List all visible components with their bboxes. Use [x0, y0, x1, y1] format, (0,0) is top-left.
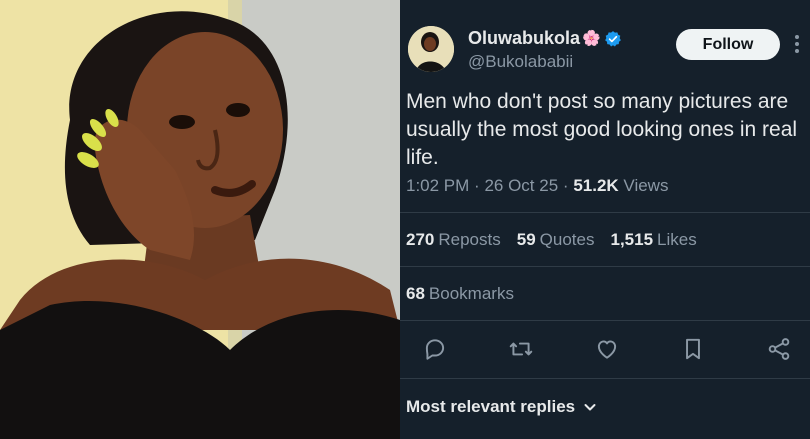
- replies-sort-label: Most relevant replies: [406, 397, 576, 416]
- like-button[interactable]: [594, 336, 620, 362]
- share-icon: [768, 338, 790, 360]
- meta-separator: ·: [474, 176, 480, 195]
- likes-label: Likes: [657, 230, 697, 249]
- repost-icon: [509, 342, 533, 356]
- reposts-stat[interactable]: 270 Reposts: [406, 230, 501, 250]
- portrait-image: [0, 0, 400, 439]
- divider: [400, 212, 810, 213]
- reply-button[interactable]: [422, 336, 448, 362]
- divider: [400, 378, 810, 379]
- share-button[interactable]: [766, 336, 792, 362]
- divider: [400, 266, 810, 267]
- bookmark-icon: [686, 338, 700, 360]
- like-icon: [597, 340, 617, 359]
- photo-panel: [0, 0, 400, 439]
- bookmarks-count: 68: [406, 284, 425, 303]
- bookmarks-label: Bookmarks: [428, 284, 514, 303]
- repost-button[interactable]: [508, 336, 534, 362]
- author-name-row[interactable]: Oluwabukola 🌸: [468, 28, 622, 49]
- tweet-text: Men who don't post so many pictures are …: [406, 90, 798, 169]
- quotes-stat[interactable]: 59 Quotes: [517, 230, 595, 250]
- tweet-panel: Oluwabukola 🌸 @Bukolababii Follow Men wh…: [400, 0, 810, 439]
- tweet-date[interactable]: 26 Oct 25: [484, 176, 558, 195]
- reply-icon: [425, 339, 445, 360]
- views-count: 51.2K: [573, 176, 619, 195]
- chevron-down-icon: [584, 404, 596, 411]
- avatar[interactable]: [408, 26, 454, 72]
- views-label: Views: [623, 176, 669, 195]
- flower-emoji-icon: 🌸: [582, 29, 601, 47]
- quotes-label: Quotes: [539, 230, 595, 249]
- replies-sort-dropdown[interactable]: Most relevant replies: [406, 397, 597, 417]
- more-icon[interactable]: [794, 34, 800, 54]
- reposts-count: 270: [406, 230, 435, 249]
- tweet-meta: 1:02 PM · 26 Oct 25 · 51.2K Views: [406, 176, 668, 196]
- tweet-time[interactable]: 1:02 PM: [406, 176, 469, 195]
- display-name[interactable]: Oluwabukola: [468, 28, 580, 49]
- quotes-count: 59: [516, 230, 536, 249]
- likes-count: 1,515: [610, 230, 654, 249]
- follow-button[interactable]: Follow: [676, 29, 780, 60]
- bookmarks-stat[interactable]: 68 Bookmarks: [406, 284, 514, 304]
- bookmark-button[interactable]: [680, 336, 706, 362]
- divider: [400, 320, 810, 321]
- meta-separator: ·: [562, 176, 569, 195]
- author-handle[interactable]: @Bukolababii: [468, 52, 573, 72]
- reposts-label: Reposts: [438, 230, 501, 249]
- verified-icon: [605, 30, 621, 46]
- likes-stat[interactable]: 1,515 Likes: [610, 230, 696, 250]
- engagement-stats: 270 Reposts 59 Quotes 1,515 Likes: [406, 230, 697, 250]
- action-bar: [400, 336, 810, 364]
- avatar-image: [408, 26, 454, 72]
